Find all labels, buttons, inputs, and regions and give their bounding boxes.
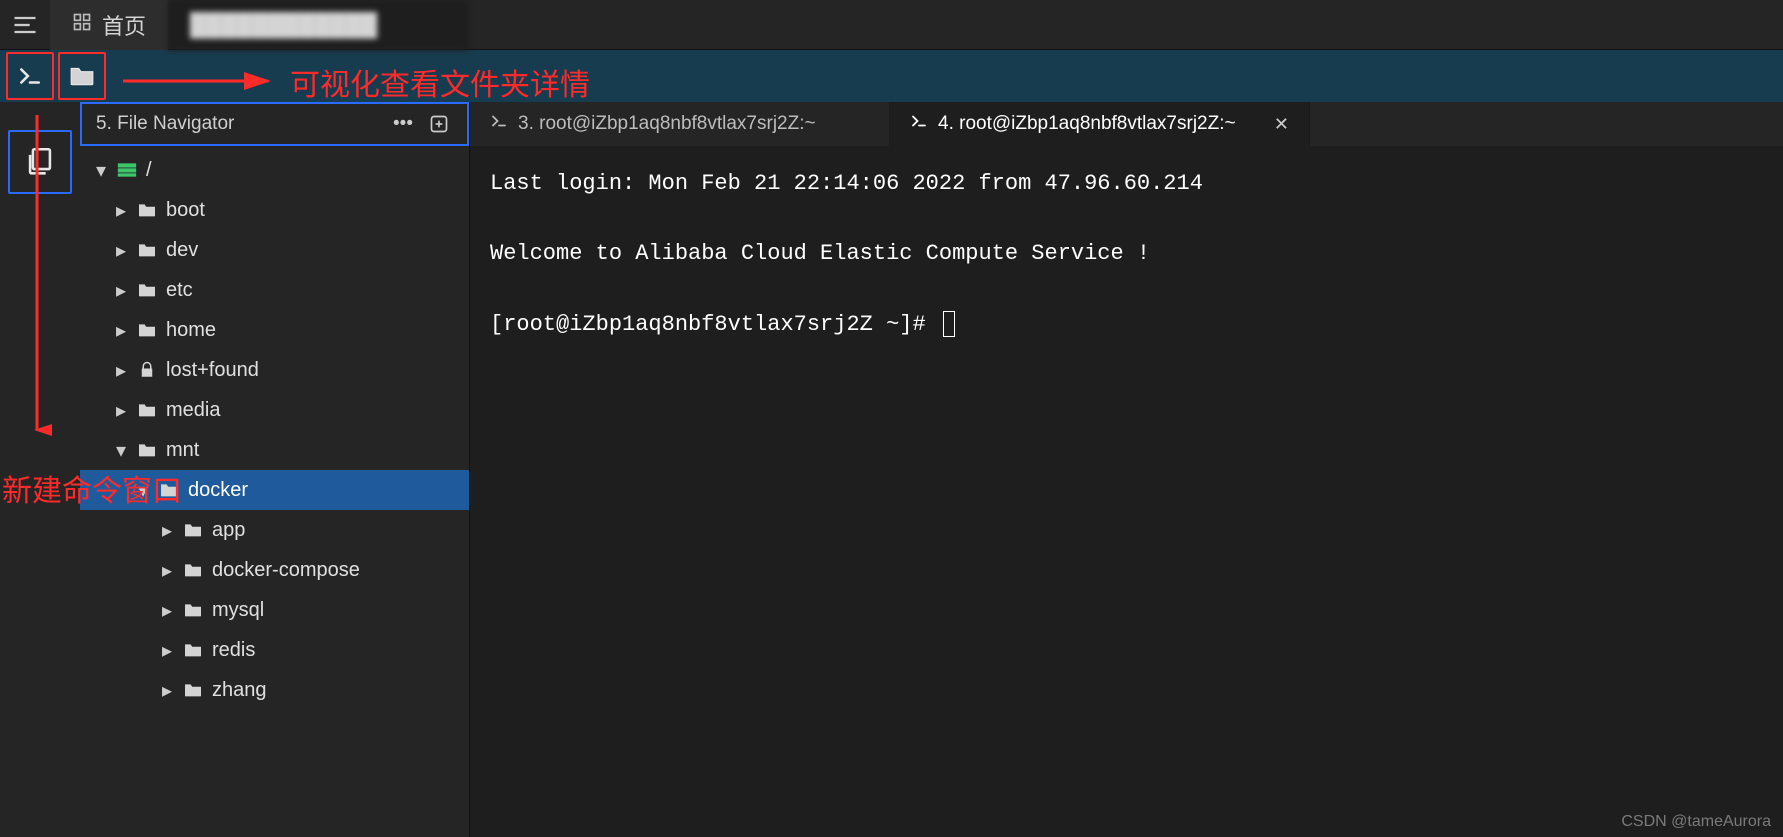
tree-item-label: docker-compose xyxy=(212,559,360,582)
tree-item-label: lost+found xyxy=(166,359,259,382)
chevron-right-icon: ▸ xyxy=(160,598,174,623)
editor-area: 3. root@iZbp1aq8nbf8vtlax7srj2Z:~ 4. roo… xyxy=(470,102,1783,837)
top-tab-bar: 首页 ████████████ xyxy=(0,0,1783,50)
tree-item-dev[interactable]: ▸ dev xyxy=(80,230,469,270)
tab-home[interactable]: 首页 xyxy=(50,0,168,50)
folder-icon xyxy=(182,562,204,578)
watermark: CSDN @tameAurora xyxy=(1621,813,1771,831)
tree-item-label: etc xyxy=(166,279,193,302)
lock-icon xyxy=(136,361,158,379)
terminal-line-1: Last login: Mon Feb 21 22:14:06 2022 fro… xyxy=(490,171,1203,196)
tab-active-blurred[interactable]: ████████████ xyxy=(168,0,468,50)
folder-icon xyxy=(136,322,158,338)
tree-root[interactable]: ▾ / xyxy=(80,150,469,190)
editor-tabs: 3. root@iZbp1aq8nbf8vtlax7srj2Z:~ 4. roo… xyxy=(470,102,1783,146)
folder-icon xyxy=(182,602,204,618)
tree-item-label: docker xyxy=(188,479,248,502)
tree-item-app[interactable]: ▸ app xyxy=(80,510,469,550)
tree-item-redis[interactable]: ▸ redis xyxy=(80,630,469,670)
chevron-right-icon: ▸ xyxy=(160,518,174,543)
tree-item-label: app xyxy=(212,519,245,542)
chevron-down-icon: ▾ xyxy=(114,438,128,463)
tab-home-label: 首页 xyxy=(102,9,146,41)
editor-tab-1[interactable]: 3. root@iZbp1aq8nbf8vtlax7srj2Z:~ xyxy=(470,102,890,146)
tree-item-label: mnt xyxy=(166,439,199,462)
folder-button[interactable] xyxy=(58,52,106,100)
tree-item-label: redis xyxy=(212,639,255,662)
folder-icon xyxy=(136,202,158,218)
tree-item-label: media xyxy=(166,399,220,422)
folder-icon xyxy=(136,242,158,258)
tree-item-label: dev xyxy=(166,239,198,262)
folder-icon xyxy=(182,642,204,658)
tree-item-etc[interactable]: ▸ etc xyxy=(80,270,469,310)
prompt-icon xyxy=(490,112,508,136)
chevron-right-icon: ▸ xyxy=(160,638,174,663)
terminal-line-2: Welcome to Alibaba Cloud Elastic Compute… xyxy=(490,241,1150,266)
chevron-right-icon: ▸ xyxy=(114,198,128,223)
terminal[interactable]: Last login: Mon Feb 21 22:14:06 2022 fro… xyxy=(470,146,1783,837)
tree-item-media[interactable]: ▸ media xyxy=(80,390,469,430)
terminal-prompt-button[interactable] xyxy=(6,52,54,100)
menu-icon[interactable] xyxy=(0,0,50,50)
add-icon[interactable] xyxy=(425,110,453,138)
tree-item-label: zhang xyxy=(212,679,267,702)
chevron-down-icon: ▾ xyxy=(136,478,150,503)
file-tree: ▾ / ▸ boot ▸ dev ▸ etc ▸ home ▸ lost+found ▸ media ▾… xyxy=(80,146,469,837)
folder-icon xyxy=(182,682,204,698)
terminal-cursor xyxy=(943,311,955,337)
tree-item-label: mysql xyxy=(212,599,264,622)
folder-icon xyxy=(182,522,204,538)
folder-icon xyxy=(136,282,158,298)
tree-item-docker[interactable]: ▾ docker xyxy=(80,470,469,510)
file-navigator: 5. File Navigator ••• ▾ / ▸boot▸dev▸etc▸… xyxy=(80,102,470,837)
chevron-right-icon: ▸ xyxy=(114,358,128,383)
close-icon[interactable]: ✕ xyxy=(1274,114,1289,135)
terminal-prompt: [root@iZbp1aq8nbf8vtlax7srj2Z ~]# xyxy=(490,312,939,337)
chevron-right-icon: ▸ xyxy=(114,398,128,423)
tree-item-lost+found[interactable]: ▸ lost+found xyxy=(80,350,469,390)
tab-blurred-label: ████████████ xyxy=(190,12,377,38)
tree-item-mysql[interactable]: ▸ mysql xyxy=(80,590,469,630)
tree-item-label: home xyxy=(166,319,216,342)
file-navigator-title: 5. File Navigator xyxy=(96,113,234,135)
editor-tab-1-label: 3. root@iZbp1aq8nbf8vtlax7srj2Z:~ xyxy=(518,113,816,135)
more-icon[interactable]: ••• xyxy=(389,110,417,138)
editor-tab-2-label: 4. root@iZbp1aq8nbf8vtlax7srj2Z:~ xyxy=(938,113,1236,135)
tree-item-mnt[interactable]: ▾ mnt xyxy=(80,430,469,470)
grid-icon xyxy=(72,12,92,38)
chevron-down-icon: ▾ xyxy=(94,158,108,183)
tool-bar xyxy=(0,50,1783,102)
chevron-right-icon: ▸ xyxy=(160,558,174,583)
tree-item-home[interactable]: ▸ home xyxy=(80,310,469,350)
chevron-right-icon: ▸ xyxy=(160,678,174,703)
folder-icon xyxy=(158,482,180,498)
tree-item-zhang[interactable]: ▸ zhang xyxy=(80,670,469,710)
folder-icon xyxy=(136,442,158,458)
tree-item-label: boot xyxy=(166,199,205,222)
activity-bar xyxy=(0,102,80,837)
chevron-right-icon: ▸ xyxy=(114,278,128,303)
chevron-right-icon: ▸ xyxy=(114,238,128,263)
prompt-icon xyxy=(910,112,928,136)
chevron-right-icon: ▸ xyxy=(114,318,128,343)
tree-root-label: / xyxy=(146,159,152,182)
tree-item-docker-compose[interactable]: ▸ docker-compose xyxy=(80,550,469,590)
copy-view-button[interactable] xyxy=(8,130,72,194)
tree-item-boot[interactable]: ▸ boot xyxy=(80,190,469,230)
editor-tab-2[interactable]: 4. root@iZbp1aq8nbf8vtlax7srj2Z:~ ✕ xyxy=(890,102,1310,146)
file-navigator-header: 5. File Navigator ••• xyxy=(80,102,469,146)
main-area: 5. File Navigator ••• ▾ / ▸boot▸dev▸etc▸… xyxy=(0,102,1783,837)
server-icon xyxy=(116,162,138,178)
folder-icon xyxy=(136,402,158,418)
